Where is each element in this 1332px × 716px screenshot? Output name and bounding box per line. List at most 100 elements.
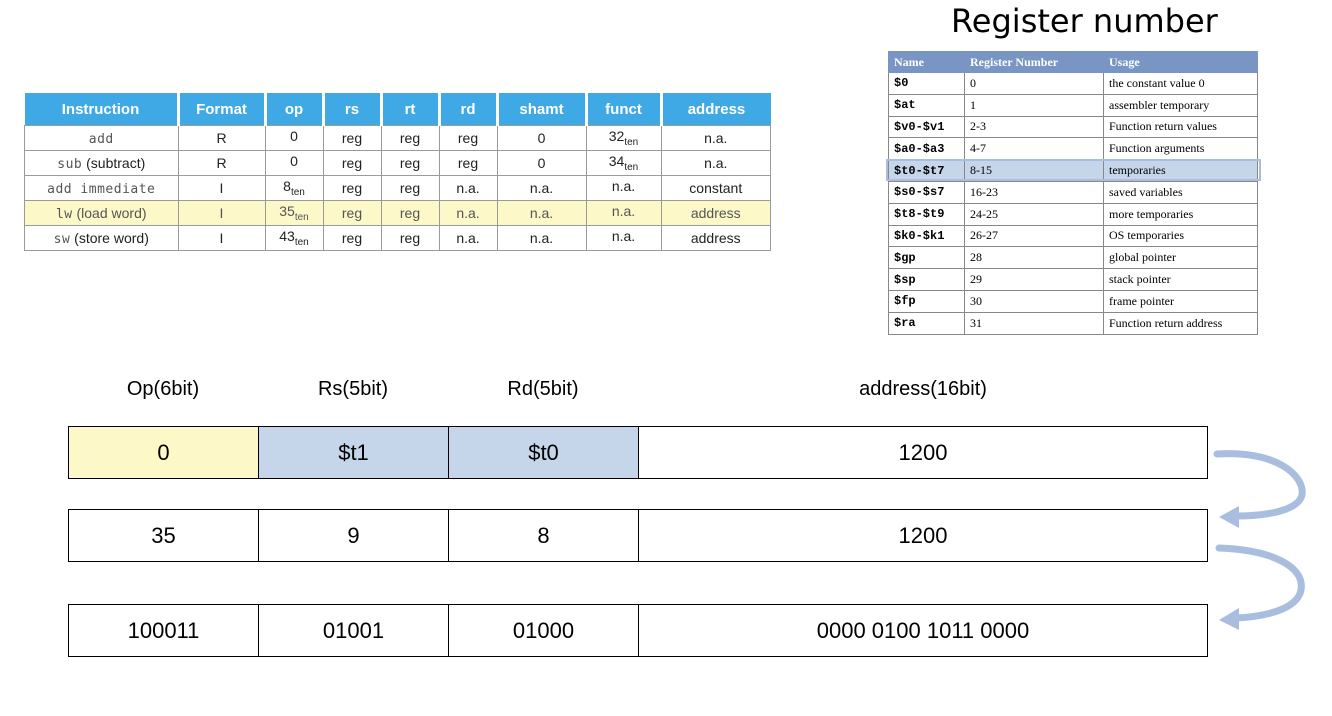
- rt-cell: reg: [380, 175, 440, 201]
- register-name: $t0-$t7: [888, 159, 965, 182]
- register-usage: OS temporaries: [1103, 224, 1258, 248]
- rd-field: $t0: [449, 427, 639, 478]
- funct-subscript: ten: [624, 161, 639, 173]
- funct-value: n.a.: [611, 178, 636, 195]
- op-value: 0: [290, 128, 298, 145]
- op-subscript: ten: [294, 211, 309, 223]
- rs-cell: reg: [322, 200, 382, 226]
- register-row: $k0-$k1 26-27 OS temporaries: [888, 224, 1258, 248]
- instruction-cell: sw (store word): [24, 225, 179, 251]
- op-value: 43: [279, 228, 295, 245]
- register-row: $s0-$s7 16-23 saved variables: [888, 180, 1258, 204]
- register-number: 30: [964, 289, 1104, 313]
- funct-value: 34: [608, 153, 625, 170]
- rs-cell: reg: [322, 175, 382, 201]
- register-row: $v0-$v1 2-3 Function return values: [888, 115, 1258, 139]
- rt-cell: reg: [380, 200, 440, 226]
- address-cell: n.a.: [660, 150, 771, 176]
- rs-cell: reg: [322, 225, 382, 251]
- rd-field-label: Rd(5bit): [507, 378, 579, 400]
- register-name: $at: [888, 93, 965, 117]
- register-usage: assembler temporary: [1103, 93, 1258, 117]
- op-value: 0: [290, 153, 298, 170]
- register-name: $fp: [888, 289, 965, 313]
- op-field: 0: [69, 427, 259, 478]
- register-row: $gp 28 global pointer: [888, 246, 1258, 270]
- curved-arrow-icon: [1215, 544, 1305, 630]
- rs-field: 9: [259, 510, 449, 561]
- rd-cell: n.a.: [438, 225, 498, 251]
- rd-field: 01000: [449, 605, 639, 656]
- header-funct: funct: [586, 93, 663, 126]
- register-row: $sp 29 stack pointer: [888, 268, 1258, 291]
- funct-cell: n.a.: [585, 225, 662, 251]
- register-number: 8-15: [964, 159, 1104, 182]
- field-row-decimal: 35 9 8 1200: [68, 509, 1208, 562]
- op-field: 100011: [69, 605, 259, 656]
- field-row-symbolic: 0 $t1 $t0 1200: [68, 426, 1208, 479]
- header-name: Name: [888, 51, 965, 73]
- header-rs: rs: [323, 93, 383, 126]
- address-cell: n.a.: [660, 125, 771, 151]
- instruction-row-sw: sw (store word) I 43ten reg reg n.a. n.a…: [24, 225, 771, 251]
- register-row: $a0-$a3 4-7 Function arguments: [888, 137, 1258, 161]
- funct-cell: 34ten: [585, 150, 662, 176]
- register-number: 4-7: [964, 137, 1104, 161]
- register-number: 1: [964, 93, 1104, 117]
- register-name: $gp: [888, 246, 965, 270]
- register-number: 2-3: [964, 115, 1104, 139]
- op-subscript: ten: [294, 236, 309, 248]
- rs-field: $t1: [259, 427, 449, 478]
- register-name: $t8-$t9: [888, 202, 965, 226]
- op-value: 35: [279, 203, 295, 220]
- curved-arrow-icon: [1213, 450, 1306, 528]
- instruction-mnemonic: add: [88, 131, 114, 147]
- instruction-row-sub: sub (subtract) R 0 reg reg reg 0 34ten n…: [24, 150, 771, 176]
- header-shamt: shamt: [497, 93, 588, 126]
- register-name: $v0-$v1: [888, 115, 965, 139]
- register-table-title: Register number: [951, 2, 1218, 40]
- register-usage: Function return values: [1103, 115, 1258, 139]
- rs-field-label: Rs(5bit): [317, 378, 388, 400]
- shamt-cell: n.a.: [496, 200, 587, 226]
- register-usage: temporaries: [1103, 159, 1258, 182]
- register-number: 29: [964, 268, 1104, 291]
- rd-cell: n.a.: [438, 200, 498, 226]
- register-row: $ra 31 Function return address: [888, 311, 1258, 335]
- register-number: 31: [964, 311, 1104, 335]
- rd-cell: n.a.: [438, 175, 498, 201]
- address-field: 1200: [898, 439, 948, 465]
- rs-cell: reg: [322, 125, 382, 151]
- op-value: 8: [283, 178, 291, 195]
- instruction-mnemonic: sub: [57, 156, 83, 172]
- register-usage: saved variables: [1103, 180, 1258, 204]
- register-number: 0: [964, 72, 1104, 95]
- rs-field: 01001: [259, 605, 449, 656]
- register-name: $s0-$s7: [888, 180, 965, 204]
- instruction-row-addi: add immediate I 8ten reg reg n.a. n.a. n…: [24, 175, 771, 201]
- instruction-row-lw: lw (load word) I 35ten reg reg n.a. n.a.…: [24, 200, 771, 226]
- rt-cell: reg: [380, 125, 440, 151]
- register-number: 28: [964, 246, 1104, 270]
- register-row: $fp 30 frame pointer: [888, 289, 1258, 313]
- instruction-mnemonic: lw: [55, 206, 73, 222]
- address-field: 1200: [898, 522, 948, 548]
- funct-value: n.a.: [611, 228, 636, 245]
- header-usage: Usage: [1103, 51, 1258, 73]
- rt-cell: reg: [380, 150, 440, 176]
- register-number: 24-25: [964, 202, 1104, 226]
- instruction-desc: (load word): [72, 204, 147, 221]
- instruction-cell: sub (subtract): [24, 150, 179, 176]
- address-field: 0000 0100 1011 0000: [816, 617, 1030, 643]
- header-rt: rt: [381, 93, 441, 126]
- instruction-cell: lw (load word): [24, 200, 179, 226]
- op-field-label: Op(6bit): [126, 378, 200, 400]
- instruction-mnemonic: add immediate: [47, 181, 156, 197]
- register-usage: Function return address: [1103, 311, 1258, 335]
- op-subscript: ten: [290, 186, 305, 198]
- shamt-cell: n.a.: [496, 175, 587, 201]
- register-row: $0 0 the constant value 0: [888, 72, 1258, 95]
- op-field: 35: [69, 510, 259, 561]
- header-instruction: Instruction: [24, 93, 180, 126]
- format-cell: R: [177, 125, 266, 151]
